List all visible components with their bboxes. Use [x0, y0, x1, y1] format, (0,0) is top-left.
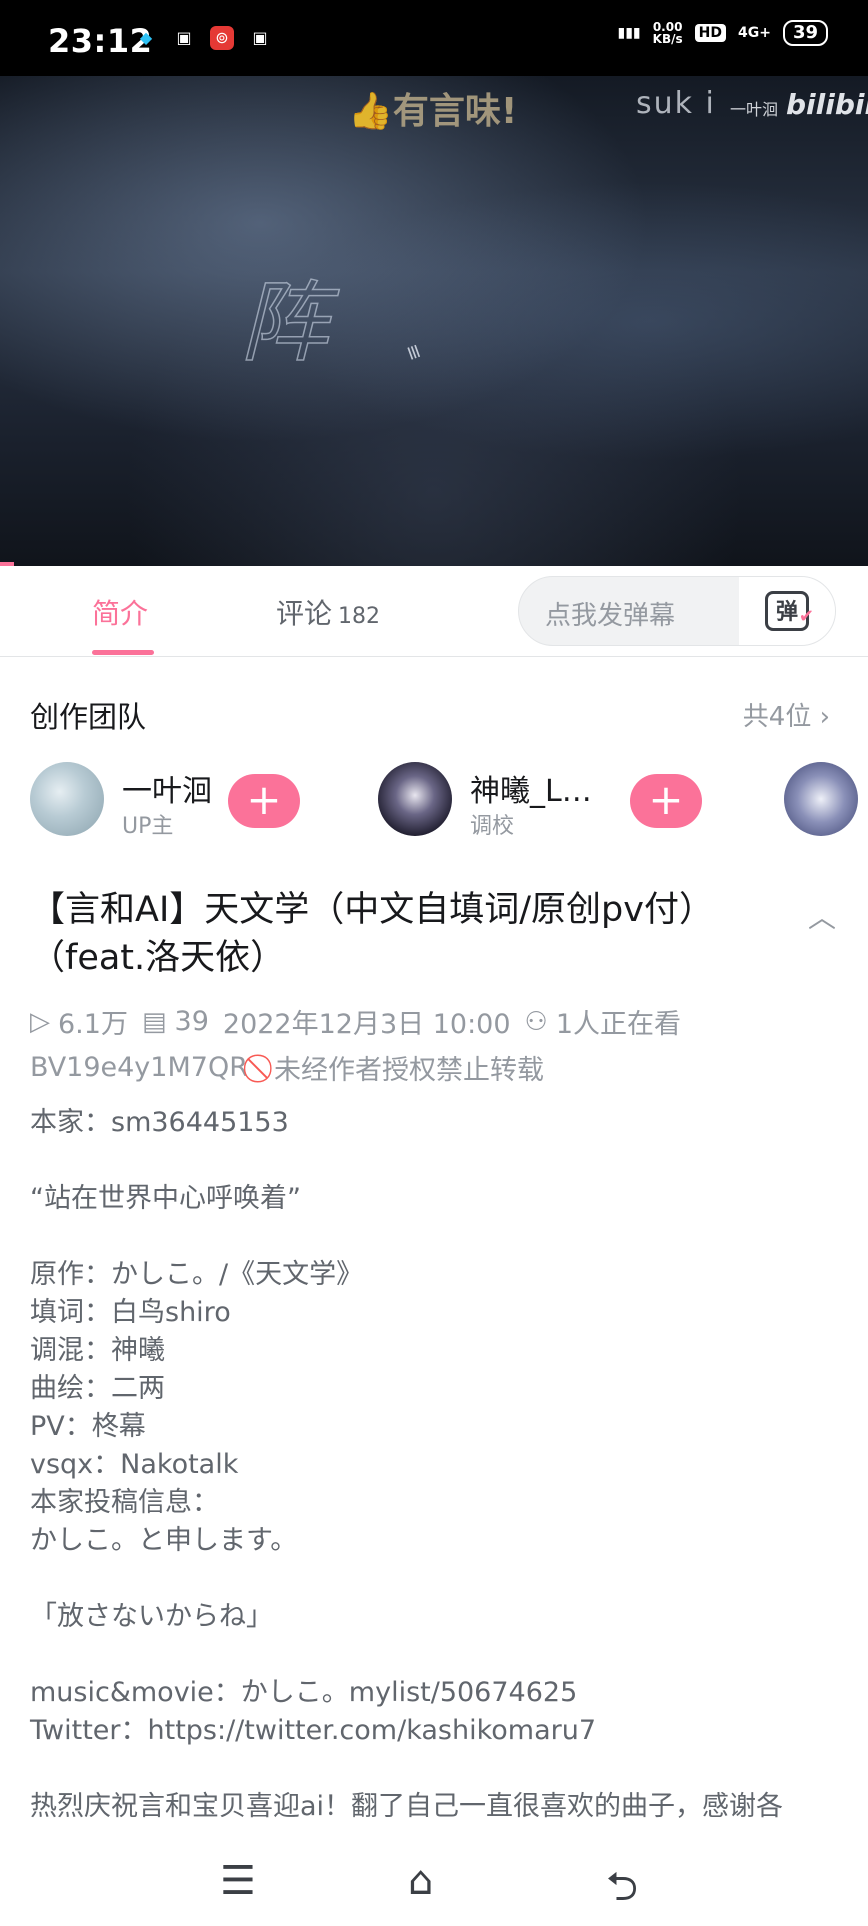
hd-badge: HD	[694, 24, 726, 42]
team-count-label: 共4位	[742, 702, 812, 732]
watching-stat: ⚇ 1人正在看	[525, 1002, 682, 1041]
member-role: 调校	[470, 814, 515, 839]
plus-icon: +	[648, 775, 684, 824]
team-member[interactable]: 一叶洄 UP主 +	[30, 762, 320, 839]
chevron-up-icon[interactable]: ︿	[808, 896, 836, 936]
signal-label: 4G+	[737, 25, 771, 41]
publish-time: 2022年12月3日 10:00	[222, 1009, 511, 1040]
netease-music-icon: ⊚	[210, 26, 234, 50]
active-tab-indicator	[92, 650, 154, 655]
plus-icon: +	[246, 775, 282, 824]
network-speed: 0.00 KB/s	[653, 21, 683, 45]
video-player[interactable]: 👍有言味! suk i 一叶洄 bilibili 阵 ≡	[0, 76, 868, 566]
watermark-suki: suk i	[636, 86, 716, 121]
avatar[interactable]	[784, 762, 858, 836]
description-line[interactable]: music&movie：かしこ。mylist/50674625	[30, 1674, 850, 1712]
menu-icon[interactable]: ☰	[220, 1858, 256, 1904]
check-icon: ✔	[798, 606, 814, 627]
status-bar: 23:12 ◆ ▣ ⊚ ▣ ▮▮▮ 0.00 KB/s HD 4G+ 39	[0, 0, 868, 76]
danmaku-toggle-button[interactable]: 弹 ✔	[739, 577, 835, 645]
description-line	[30, 1218, 850, 1256]
description-line: 本家投稿信息：	[30, 1487, 219, 1518]
video-overlay-mark: ≡	[400, 340, 429, 364]
danmaku-count-icon: ▤	[141, 1006, 167, 1037]
description-line: 「放さないからね」	[30, 1601, 273, 1632]
description-line	[30, 1560, 850, 1598]
back-icon[interactable]: ⮌	[606, 1858, 638, 1926]
notification-icons: ◆ ▣ ⊚ ▣	[134, 26, 272, 50]
battery-indicator: 39	[782, 20, 828, 46]
video-overlay-character: 阵	[239, 270, 329, 375]
team-member[interactable]: 神曦_L… 调校 +	[378, 762, 708, 839]
member-role: UP主	[122, 814, 174, 839]
description-line: 曲绘：二两	[30, 1373, 165, 1404]
description-line: PV：柊幕	[30, 1411, 146, 1442]
network-speed-unit: KB/s	[652, 32, 683, 46]
danmaku-icon-text: 弹	[775, 600, 798, 625]
tab-bar: 简介 评论 182 点我发弹幕 弹 ✔	[0, 566, 868, 657]
member-name: 神曦_L…	[470, 774, 592, 809]
description-line: 原作：かしこ。/《天文学》	[30, 1259, 364, 1290]
team-member[interactable]	[784, 762, 858, 836]
watermark-like: 👍有言味!	[348, 82, 517, 134]
video-description: 本家：sm36445153 “站在世界中心呼唤着” 原作：かしこ。/《天文学》 …	[30, 1104, 850, 1826]
team-count-link[interactable]: 共4位 ›	[743, 696, 830, 733]
comments-count: 182	[338, 604, 381, 629]
watching-count: 1人正在看	[555, 1009, 682, 1040]
description-line	[30, 1142, 850, 1180]
description-line	[30, 1636, 850, 1674]
description-line: 本家：sm36445153	[30, 1107, 289, 1138]
avatar[interactable]	[378, 762, 452, 836]
status-right: ▮▮▮ 0.00 KB/s HD 4G+ 39	[618, 20, 828, 46]
follow-button[interactable]: +	[630, 774, 702, 828]
play-count-icon: ▷	[30, 1006, 50, 1037]
danmaku-stat: ▤ 39	[142, 1006, 209, 1037]
danmaku-input[interactable]: 点我发弹幕 弹 ✔	[518, 576, 836, 646]
video-id-row: BV19e4y1M7QR ⃠ 未经作者授权禁止转载	[30, 1048, 544, 1087]
tab-comments[interactable]: 评论 182	[276, 592, 380, 632]
people-icon: ⚇	[524, 1006, 548, 1037]
bvid[interactable]: BV19e4y1M7QR	[30, 1052, 248, 1083]
bilibili-tv-icon: ▣	[176, 28, 192, 47]
watermark-author: 一叶洄	[730, 100, 779, 119]
danmaku-count: 39	[174, 1006, 209, 1037]
danmaku-placeholder: 点我发弹幕	[545, 601, 676, 631]
home-icon[interactable]: ⌂	[408, 1858, 433, 1904]
tab-intro[interactable]: 简介	[92, 592, 148, 632]
tab-comments-label: 评论	[276, 597, 333, 630]
description-line: 填词：白鸟shiro	[30, 1297, 231, 1328]
thumbs-up-icon: 👍	[348, 91, 393, 132]
bilibili-tv-icon: ▣	[252, 28, 268, 47]
video-stats: ▷ 6.1万 ▤ 39 2022年12月3日 10:00 ⚇ 1人正在看	[30, 1002, 695, 1041]
description-line: 调混：神曦	[30, 1335, 165, 1366]
views-stat: ▷ 6.1万	[30, 1002, 128, 1041]
danmaku-icon: 弹 ✔	[765, 591, 814, 631]
system-nav-bar: ☰ ⌂ ⮌	[0, 1840, 868, 1920]
video-title: 【言和AI】天文学（中文自填词/原创pv付）（feat.洛天依）	[30, 890, 714, 978]
description-line: “站在世界中心呼唤着”	[30, 1183, 301, 1214]
bilibili-logo: bilibili	[786, 88, 868, 121]
description-line[interactable]: Twitter：https://twitter.com/kashikomaru7	[30, 1712, 850, 1750]
repost-notice: 未经作者授权禁止转载	[273, 1055, 544, 1086]
qq-icon: ◆	[139, 28, 153, 47]
description-line	[30, 1750, 850, 1788]
chevron-right-icon: ›	[819, 702, 830, 732]
signal-bars-icon: ▮▮▮	[617, 25, 641, 41]
description-line: 热烈庆祝言和宝贝喜迎ai！翻了自己一直很喜欢的曲子，感谢各	[30, 1791, 784, 1822]
avatar[interactable]	[30, 762, 104, 836]
watermark-like-text: 有言味!	[392, 91, 518, 132]
member-name: 一叶洄	[122, 774, 212, 809]
description-line: かしこ。と申します。	[30, 1525, 298, 1556]
description-line: vsqx：Nakotalk	[30, 1449, 239, 1480]
views-count: 6.1万	[58, 1009, 128, 1040]
team-title: 创作团队	[30, 700, 147, 734]
follow-button[interactable]: +	[228, 774, 300, 828]
